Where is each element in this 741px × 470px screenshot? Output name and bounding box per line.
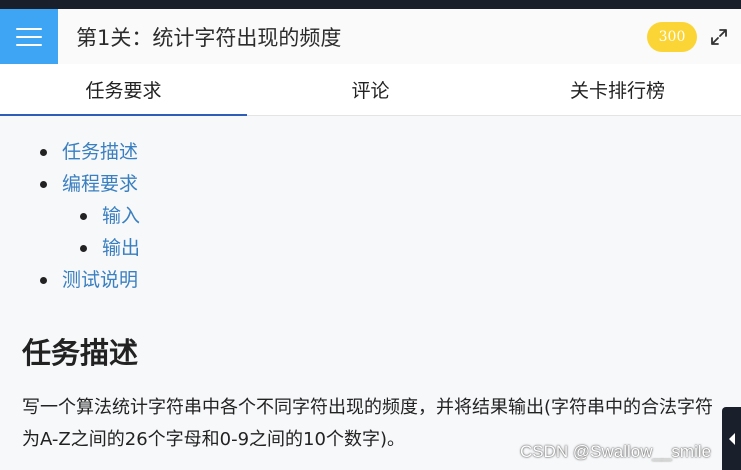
toc-link-input[interactable]: 输入 — [79, 204, 140, 228]
top-strip — [0, 0, 741, 9]
watermark: CSDN @Swallow__smile — [520, 442, 712, 461]
toc-link-programming-requirements[interactable]: 编程要求 — [39, 172, 138, 196]
menu-button[interactable] — [0, 9, 58, 64]
side-panel-handle[interactable] — [722, 407, 741, 470]
toc-link-output[interactable]: 输出 — [79, 236, 140, 260]
content-area: 任务描述 编程要求 输入 输出 测试说明 任务描述 写一个算法统计字符串中各个不… — [0, 116, 741, 470]
header-bar: 第1关：统计字符出现的频度 300 — [0, 9, 741, 64]
tab-comments[interactable]: 评论 — [247, 64, 494, 115]
toc-link-task-description[interactable]: 任务描述 — [39, 140, 138, 164]
tab-bar: 任务要求 评论 关卡排行榜 — [0, 64, 741, 116]
caret-left-icon — [728, 432, 735, 445]
toc-link-test-instructions[interactable]: 测试说明 — [39, 268, 138, 292]
score-badge: 300 — [647, 21, 697, 52]
hamburger-icon — [16, 27, 42, 30]
tab-leaderboard[interactable]: 关卡排行榜 — [494, 64, 741, 115]
section-heading: 任务描述 — [22, 336, 139, 370]
tab-task-requirements[interactable]: 任务要求 — [0, 64, 247, 116]
expand-button[interactable] — [697, 9, 741, 64]
page-title: 第1关：统计字符出现的频度 — [76, 25, 342, 50]
expand-icon — [711, 28, 727, 45]
